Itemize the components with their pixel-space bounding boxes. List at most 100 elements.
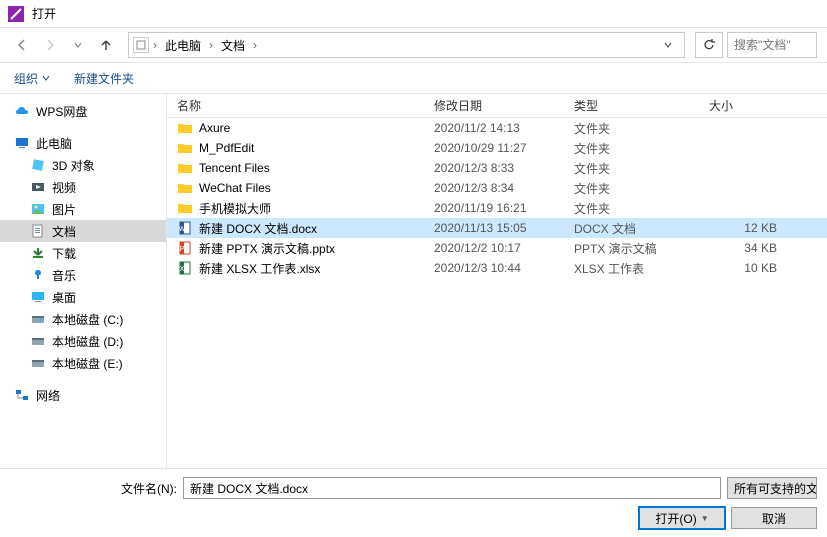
footer: 文件名(N): 所有可支持的文件 打开(O) ▼ 取消: [0, 468, 827, 537]
sidebar-item[interactable]: 文档: [0, 220, 166, 242]
sidebar-this-pc[interactable]: 此电脑: [0, 132, 166, 154]
forward-button[interactable]: [38, 33, 62, 57]
file-type: XLSX 工作表: [574, 260, 709, 277]
sidebar-wps-cloud[interactable]: WPS网盘: [0, 100, 166, 122]
file-name: 新建 XLSX 工作表.xlsx: [199, 260, 434, 277]
nav-bar: › 此电脑 › 文档 ›: [0, 28, 827, 62]
chevron-right-icon[interactable]: ›: [151, 38, 159, 52]
file-date: 2020/11/2 14:13: [434, 121, 574, 135]
sidebar-network[interactable]: 网络: [0, 384, 166, 406]
file-type: 文件夹: [574, 160, 709, 177]
file-type-filter[interactable]: 所有可支持的文件: [727, 477, 817, 499]
sidebar-item[interactable]: 本地磁盘 (E:): [0, 352, 166, 374]
toolbar: 组织 新建文件夹: [0, 62, 827, 94]
open-button[interactable]: 打开(O) ▼: [639, 507, 725, 529]
col-size[interactable]: 大小: [709, 97, 789, 114]
file-row[interactable]: P新建 PPTX 演示文稿.pptx2020/12/2 10:17PPTX 演示…: [167, 238, 827, 258]
search-box[interactable]: [727, 32, 817, 58]
refresh-button[interactable]: [695, 32, 723, 58]
network-icon: [14, 387, 30, 403]
title-bar: 打开: [0, 0, 827, 28]
chevron-down-icon: [42, 74, 50, 82]
file-icon: [177, 160, 193, 176]
column-headers: 名称 修改日期 类型 大小: [167, 94, 827, 118]
sidebar: WPS网盘 此电脑 3D 对象视频图片文档下载音乐桌面本地磁盘 (C:) 本地磁盘…: [0, 94, 167, 468]
sidebar-item-label: 本地磁盘 (E:): [52, 355, 123, 372]
file-size: 10 KB: [709, 261, 789, 275]
file-row[interactable]: Axure2020/11/2 14:13文件夹: [167, 118, 827, 138]
item-icon: [30, 333, 46, 349]
sidebar-item[interactable]: 视频: [0, 176, 166, 198]
file-size: 12 KB: [709, 221, 789, 235]
sidebar-item[interactable]: 下载: [0, 242, 166, 264]
search-input[interactable]: [734, 38, 810, 52]
sidebar-item-label: 本地磁盘 (C:): [52, 311, 123, 328]
file-name: 新建 PPTX 演示文稿.pptx: [199, 240, 434, 257]
file-date: 2020/12/2 10:17: [434, 241, 574, 255]
file-date: 2020/10/29 11:27: [434, 141, 574, 155]
item-icon: [30, 201, 46, 217]
item-icon: [30, 223, 46, 239]
file-row[interactable]: Tencent Files2020/12/3 8:33文件夹: [167, 158, 827, 178]
filename-label: 文件名(N):: [121, 480, 177, 497]
item-icon: [30, 157, 46, 173]
svg-text:X: X: [180, 266, 185, 273]
file-date: 2020/12/3 10:44: [434, 261, 574, 275]
file-type: 文件夹: [574, 200, 709, 217]
sidebar-item[interactable]: 音乐: [0, 264, 166, 286]
breadcrumb-dropdown[interactable]: [656, 33, 680, 57]
sidebar-item-label: 本地磁盘 (D:): [52, 333, 123, 350]
sidebar-item[interactable]: 桌面: [0, 286, 166, 308]
chevron-right-icon[interactable]: ›: [207, 38, 215, 52]
item-icon: [30, 245, 46, 261]
cancel-button[interactable]: 取消: [731, 507, 817, 529]
breadcrumb-folder[interactable]: 文档: [217, 37, 249, 54]
file-name: Axure: [199, 121, 434, 135]
app-icon: [8, 6, 24, 22]
sidebar-item-label: 3D 对象: [52, 157, 95, 174]
col-type[interactable]: 类型: [574, 97, 709, 114]
sidebar-item[interactable]: 图片: [0, 198, 166, 220]
file-icon: [177, 200, 193, 216]
sidebar-item-label: 图片: [52, 201, 76, 218]
col-name[interactable]: 名称: [177, 97, 434, 114]
file-list: Axure2020/11/2 14:13文件夹M_PdfEdit2020/10/…: [167, 118, 827, 468]
chevron-down-icon: ▼: [701, 514, 709, 523]
sidebar-item[interactable]: 本地磁盘 (C:): [0, 308, 166, 330]
back-button[interactable]: [10, 33, 34, 57]
sidebar-item[interactable]: 3D 对象: [0, 154, 166, 176]
file-row[interactable]: 手机模拟大师2020/11/19 16:21文件夹: [167, 198, 827, 218]
breadcrumb-root[interactable]: 此电脑: [161, 37, 205, 54]
col-date[interactable]: 修改日期: [434, 97, 574, 114]
sidebar-item-label: 桌面: [52, 289, 76, 306]
file-name: 新建 DOCX 文档.docx: [199, 220, 434, 237]
organize-menu[interactable]: 组织: [14, 70, 50, 87]
file-name: 手机模拟大师: [199, 200, 434, 217]
file-icon: [177, 120, 193, 136]
file-row[interactable]: X 新建 XLSX 工作表.xlsx2020/12/3 10:44XLSX 工作表…: [167, 258, 827, 278]
new-folder-button[interactable]: 新建文件夹: [74, 70, 134, 87]
file-date: 2020/11/13 15:05: [434, 221, 574, 235]
chevron-right-icon[interactable]: ›: [251, 38, 259, 52]
sidebar-item-label: 下载: [52, 245, 76, 262]
up-button[interactable]: [94, 33, 118, 57]
sidebar-item-label: 视频: [52, 179, 76, 196]
file-row[interactable]: WeChat Files2020/12/3 8:34文件夹: [167, 178, 827, 198]
sidebar-item[interactable]: 本地磁盘 (D:): [0, 330, 166, 352]
file-view: 名称 修改日期 类型 大小 Axure2020/11/2 14:13文件夹M_P…: [167, 94, 827, 468]
file-type: 文件夹: [574, 120, 709, 137]
location-icon: [133, 37, 149, 53]
file-icon: [177, 180, 193, 196]
file-icon: W: [177, 220, 193, 236]
sidebar-item-label: 音乐: [52, 267, 76, 284]
file-row[interactable]: W新建 DOCX 文档.docx2020/11/13 15:05DOCX 文档1…: [167, 218, 827, 238]
file-icon: P: [177, 240, 193, 256]
file-row[interactable]: M_PdfEdit2020/10/29 11:27文件夹: [167, 138, 827, 158]
item-icon: [30, 311, 46, 327]
item-icon: [30, 355, 46, 371]
filename-input[interactable]: [183, 477, 721, 499]
breadcrumb-bar[interactable]: › 此电脑 › 文档 ›: [128, 32, 685, 58]
file-date: 2020/11/19 16:21: [434, 201, 574, 215]
recent-dropdown[interactable]: [66, 33, 90, 57]
computer-icon: [14, 135, 30, 151]
